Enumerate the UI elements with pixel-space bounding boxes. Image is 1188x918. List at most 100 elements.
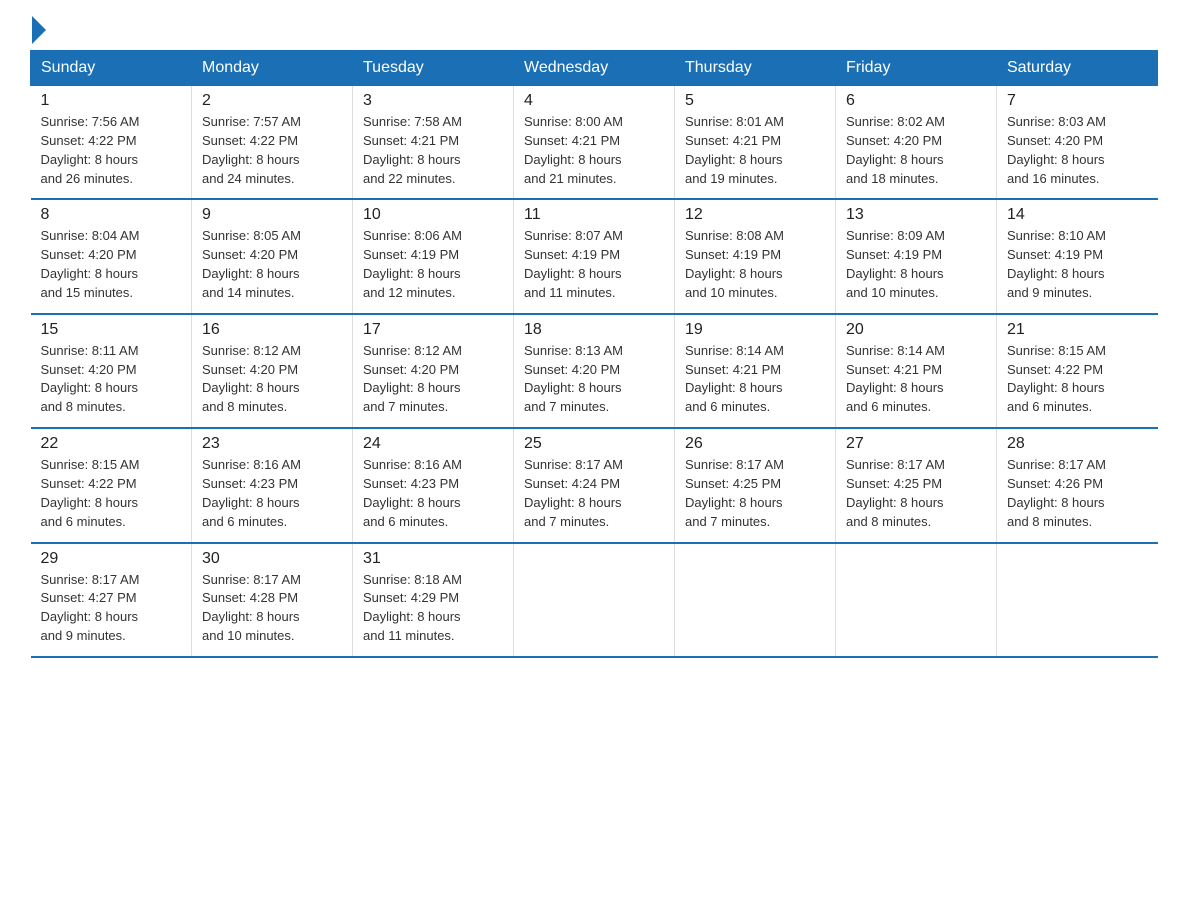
calendar-cell: 9 Sunrise: 8:05 AMSunset: 4:20 PMDayligh…	[192, 199, 353, 313]
day-number: 16	[202, 321, 342, 339]
calendar-cell: 14 Sunrise: 8:10 AMSunset: 4:19 PMDaylig…	[997, 199, 1158, 313]
calendar-cell: 5 Sunrise: 8:01 AMSunset: 4:21 PMDayligh…	[675, 86, 836, 200]
calendar-table: SundayMondayTuesdayWednesdayThursdayFrid…	[30, 50, 1158, 658]
calendar-cell	[514, 543, 675, 657]
calendar-cell: 7 Sunrise: 8:03 AMSunset: 4:20 PMDayligh…	[997, 86, 1158, 200]
calendar-cell: 2 Sunrise: 7:57 AMSunset: 4:22 PMDayligh…	[192, 86, 353, 200]
day-number: 28	[1007, 435, 1148, 453]
day-info: Sunrise: 8:12 AMSunset: 4:20 PMDaylight:…	[363, 342, 503, 417]
calendar-cell: 25 Sunrise: 8:17 AMSunset: 4:24 PMDaylig…	[514, 428, 675, 542]
calendar-cell	[997, 543, 1158, 657]
day-number: 31	[363, 550, 503, 568]
calendar-cell: 13 Sunrise: 8:09 AMSunset: 4:19 PMDaylig…	[836, 199, 997, 313]
day-number: 29	[41, 550, 182, 568]
day-number: 14	[1007, 206, 1148, 224]
calendar-week-row: 8 Sunrise: 8:04 AMSunset: 4:20 PMDayligh…	[31, 199, 1158, 313]
day-info: Sunrise: 8:04 AMSunset: 4:20 PMDaylight:…	[41, 227, 182, 302]
calendar-cell: 27 Sunrise: 8:17 AMSunset: 4:25 PMDaylig…	[836, 428, 997, 542]
calendar-cell: 18 Sunrise: 8:13 AMSunset: 4:20 PMDaylig…	[514, 314, 675, 428]
day-info: Sunrise: 8:06 AMSunset: 4:19 PMDaylight:…	[363, 227, 503, 302]
calendar-cell: 15 Sunrise: 8:11 AMSunset: 4:20 PMDaylig…	[31, 314, 192, 428]
weekday-header-friday: Friday	[836, 51, 997, 86]
day-info: Sunrise: 8:13 AMSunset: 4:20 PMDaylight:…	[524, 342, 664, 417]
calendar-cell: 24 Sunrise: 8:16 AMSunset: 4:23 PMDaylig…	[353, 428, 514, 542]
day-number: 9	[202, 206, 342, 224]
day-info: Sunrise: 8:09 AMSunset: 4:19 PMDaylight:…	[846, 227, 986, 302]
day-number: 11	[524, 206, 664, 224]
calendar-cell: 28 Sunrise: 8:17 AMSunset: 4:26 PMDaylig…	[997, 428, 1158, 542]
calendar-cell: 16 Sunrise: 8:12 AMSunset: 4:20 PMDaylig…	[192, 314, 353, 428]
calendar-week-row: 15 Sunrise: 8:11 AMSunset: 4:20 PMDaylig…	[31, 314, 1158, 428]
day-number: 12	[685, 206, 825, 224]
logo-arrow-icon	[32, 16, 46, 44]
calendar-cell: 4 Sunrise: 8:00 AMSunset: 4:21 PMDayligh…	[514, 86, 675, 200]
calendar-cell: 11 Sunrise: 8:07 AMSunset: 4:19 PMDaylig…	[514, 199, 675, 313]
day-info: Sunrise: 8:14 AMSunset: 4:21 PMDaylight:…	[685, 342, 825, 417]
day-info: Sunrise: 8:11 AMSunset: 4:20 PMDaylight:…	[41, 342, 182, 417]
calendar-cell: 21 Sunrise: 8:15 AMSunset: 4:22 PMDaylig…	[997, 314, 1158, 428]
calendar-week-row: 29 Sunrise: 8:17 AMSunset: 4:27 PMDaylig…	[31, 543, 1158, 657]
page-header	[30, 20, 1158, 40]
day-number: 19	[685, 321, 825, 339]
calendar-cell: 6 Sunrise: 8:02 AMSunset: 4:20 PMDayligh…	[836, 86, 997, 200]
day-info: Sunrise: 8:17 AMSunset: 4:25 PMDaylight:…	[846, 456, 986, 531]
weekday-header-sunday: Sunday	[31, 51, 192, 86]
day-info: Sunrise: 8:16 AMSunset: 4:23 PMDaylight:…	[363, 456, 503, 531]
day-info: Sunrise: 8:07 AMSunset: 4:19 PMDaylight:…	[524, 227, 664, 302]
day-info: Sunrise: 7:57 AMSunset: 4:22 PMDaylight:…	[202, 113, 342, 188]
weekday-header-tuesday: Tuesday	[353, 51, 514, 86]
calendar-cell: 22 Sunrise: 8:15 AMSunset: 4:22 PMDaylig…	[31, 428, 192, 542]
day-number: 22	[41, 435, 182, 453]
day-info: Sunrise: 8:03 AMSunset: 4:20 PMDaylight:…	[1007, 113, 1148, 188]
day-number: 7	[1007, 92, 1148, 110]
day-number: 26	[685, 435, 825, 453]
day-number: 21	[1007, 321, 1148, 339]
day-number: 30	[202, 550, 342, 568]
calendar-cell: 10 Sunrise: 8:06 AMSunset: 4:19 PMDaylig…	[353, 199, 514, 313]
day-info: Sunrise: 8:17 AMSunset: 4:28 PMDaylight:…	[202, 571, 342, 646]
day-info: Sunrise: 8:17 AMSunset: 4:25 PMDaylight:…	[685, 456, 825, 531]
day-number: 24	[363, 435, 503, 453]
day-number: 10	[363, 206, 503, 224]
calendar-cell	[675, 543, 836, 657]
day-number: 3	[363, 92, 503, 110]
day-info: Sunrise: 8:10 AMSunset: 4:19 PMDaylight:…	[1007, 227, 1148, 302]
day-number: 25	[524, 435, 664, 453]
calendar-cell: 23 Sunrise: 8:16 AMSunset: 4:23 PMDaylig…	[192, 428, 353, 542]
day-number: 17	[363, 321, 503, 339]
calendar-cell: 17 Sunrise: 8:12 AMSunset: 4:20 PMDaylig…	[353, 314, 514, 428]
day-number: 27	[846, 435, 986, 453]
day-info: Sunrise: 8:12 AMSunset: 4:20 PMDaylight:…	[202, 342, 342, 417]
day-info: Sunrise: 8:15 AMSunset: 4:22 PMDaylight:…	[1007, 342, 1148, 417]
day-number: 4	[524, 92, 664, 110]
day-info: Sunrise: 7:58 AMSunset: 4:21 PMDaylight:…	[363, 113, 503, 188]
calendar-week-row: 1 Sunrise: 7:56 AMSunset: 4:22 PMDayligh…	[31, 86, 1158, 200]
day-info: Sunrise: 8:17 AMSunset: 4:27 PMDaylight:…	[41, 571, 182, 646]
day-info: Sunrise: 8:17 AMSunset: 4:24 PMDaylight:…	[524, 456, 664, 531]
day-number: 18	[524, 321, 664, 339]
weekday-header-thursday: Thursday	[675, 51, 836, 86]
day-info: Sunrise: 8:14 AMSunset: 4:21 PMDaylight:…	[846, 342, 986, 417]
day-info: Sunrise: 8:05 AMSunset: 4:20 PMDaylight:…	[202, 227, 342, 302]
calendar-cell: 26 Sunrise: 8:17 AMSunset: 4:25 PMDaylig…	[675, 428, 836, 542]
day-info: Sunrise: 8:17 AMSunset: 4:26 PMDaylight:…	[1007, 456, 1148, 531]
day-info: Sunrise: 8:08 AMSunset: 4:19 PMDaylight:…	[685, 227, 825, 302]
calendar-cell: 19 Sunrise: 8:14 AMSunset: 4:21 PMDaylig…	[675, 314, 836, 428]
day-number: 15	[41, 321, 182, 339]
day-number: 6	[846, 92, 986, 110]
day-number: 23	[202, 435, 342, 453]
day-info: Sunrise: 8:15 AMSunset: 4:22 PMDaylight:…	[41, 456, 182, 531]
calendar-cell: 20 Sunrise: 8:14 AMSunset: 4:21 PMDaylig…	[836, 314, 997, 428]
day-number: 5	[685, 92, 825, 110]
calendar-cell: 30 Sunrise: 8:17 AMSunset: 4:28 PMDaylig…	[192, 543, 353, 657]
calendar-cell	[836, 543, 997, 657]
calendar-cell: 8 Sunrise: 8:04 AMSunset: 4:20 PMDayligh…	[31, 199, 192, 313]
weekday-header-saturday: Saturday	[997, 51, 1158, 86]
day-number: 2	[202, 92, 342, 110]
weekday-header-row: SundayMondayTuesdayWednesdayThursdayFrid…	[31, 51, 1158, 86]
weekday-header-monday: Monday	[192, 51, 353, 86]
day-number: 1	[41, 92, 182, 110]
calendar-cell: 1 Sunrise: 7:56 AMSunset: 4:22 PMDayligh…	[31, 86, 192, 200]
calendar-week-row: 22 Sunrise: 8:15 AMSunset: 4:22 PMDaylig…	[31, 428, 1158, 542]
calendar-cell: 29 Sunrise: 8:17 AMSunset: 4:27 PMDaylig…	[31, 543, 192, 657]
